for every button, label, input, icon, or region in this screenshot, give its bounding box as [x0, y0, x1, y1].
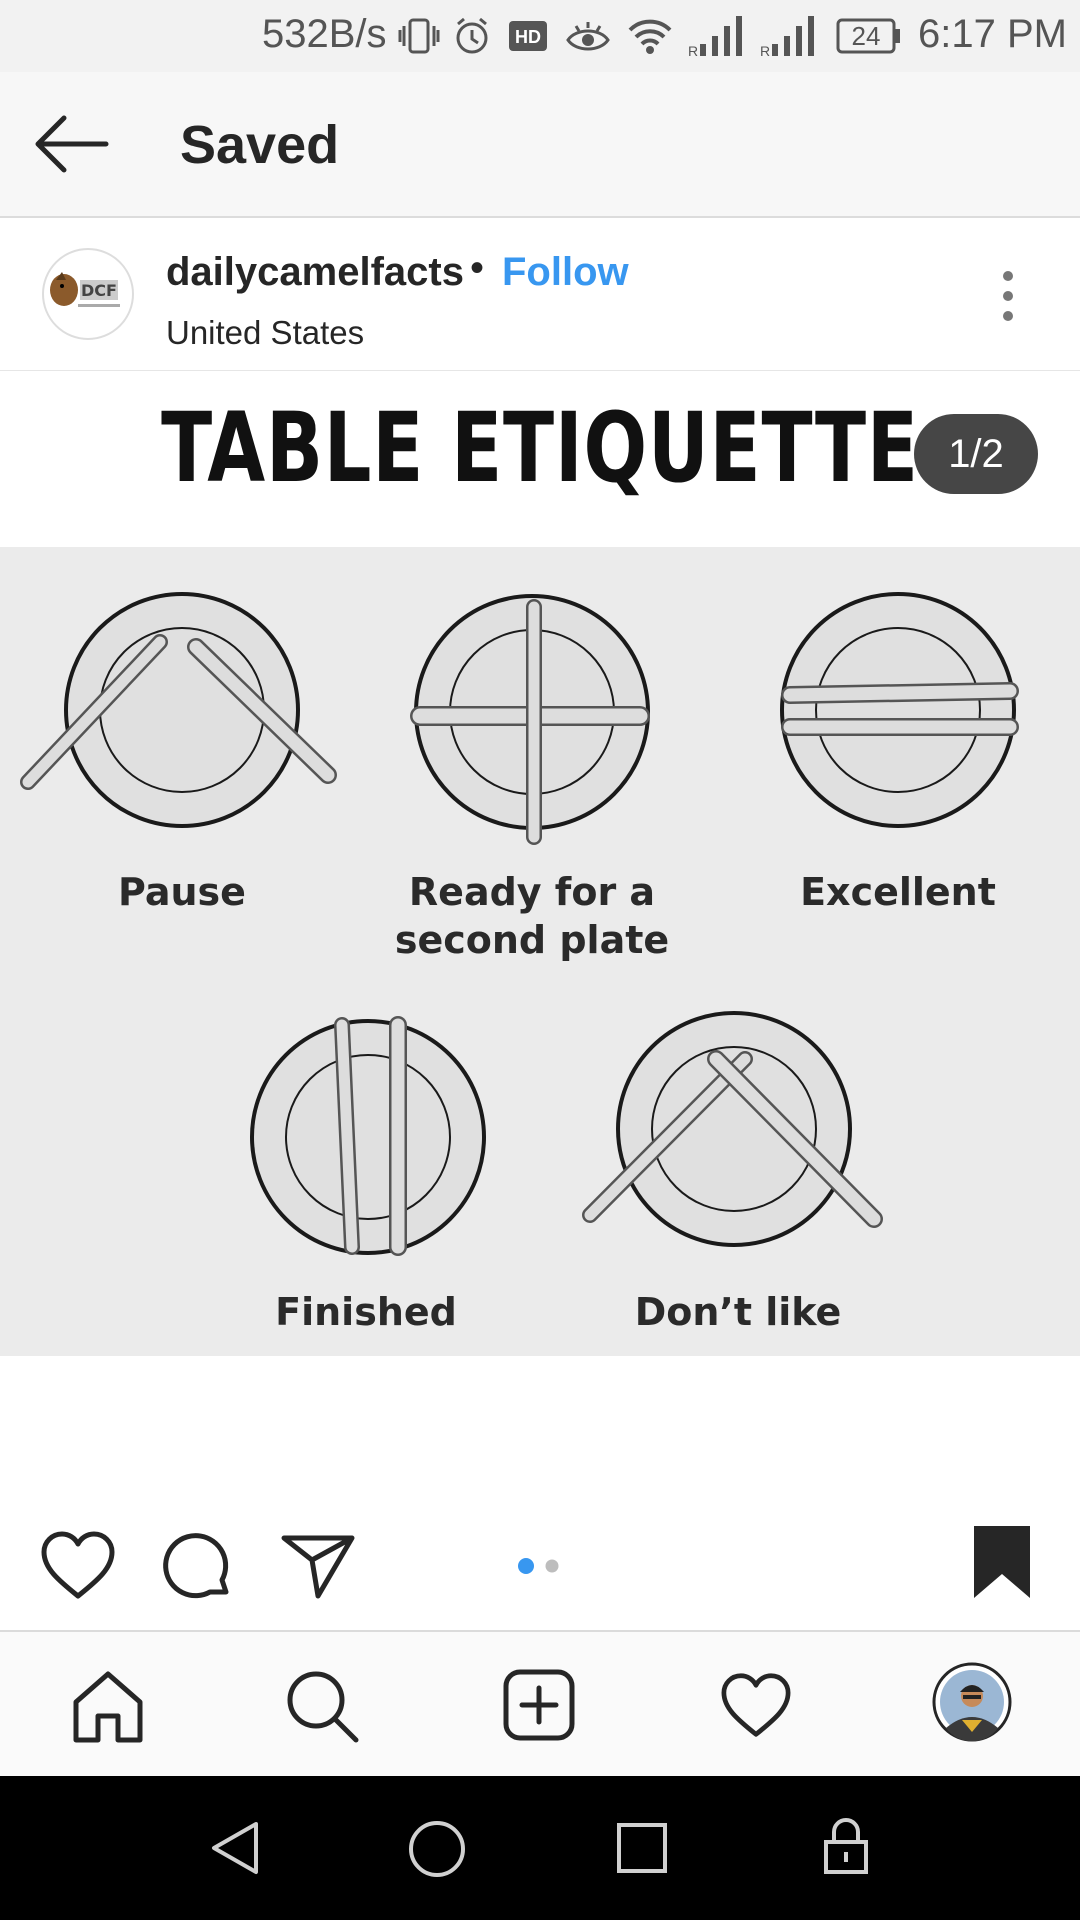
- caption-ready-line2: second plate: [394, 918, 670, 962]
- bottom-navigation: [0, 1630, 1080, 1778]
- more-vertical-icon: [990, 268, 1026, 324]
- search-icon: [284, 1668, 360, 1744]
- system-recents-button[interactable]: [616, 1822, 668, 1874]
- alarm-icon: [452, 16, 492, 56]
- carousel-counter: 1/2: [914, 414, 1038, 494]
- system-back-button[interactable]: [208, 1820, 264, 1876]
- plate-pause: [20, 592, 337, 828]
- carousel-indicator: [516, 1558, 566, 1574]
- plate-ready: [410, 594, 650, 845]
- comment-icon: [160, 1530, 236, 1606]
- nav-home[interactable]: [70, 1668, 146, 1744]
- hd-icon: HD: [508, 20, 548, 52]
- post-header: DCF dailycamelfacts • Follow United Stat…: [0, 218, 1080, 371]
- nav-search[interactable]: [284, 1668, 360, 1744]
- home-icon: [70, 1668, 146, 1744]
- caption-excellent: Excellent: [800, 870, 996, 914]
- network-speed: 532B/s: [262, 12, 387, 56]
- clock: 6:17 PM: [918, 12, 1067, 56]
- add-post-icon: [502, 1668, 576, 1742]
- vibrate-icon: [398, 16, 440, 56]
- system-home-button[interactable]: [408, 1820, 466, 1878]
- send-icon: [280, 1530, 356, 1602]
- separator-dot: •: [470, 246, 485, 290]
- heart-icon: [38, 1530, 118, 1602]
- save-button[interactable]: [970, 1524, 1034, 1600]
- system-navigation-bar: [0, 1776, 1080, 1920]
- battery-icon: 24: [836, 18, 902, 54]
- svg-text:R: R: [688, 43, 698, 58]
- nav-activity[interactable]: [718, 1672, 794, 1740]
- caption-pause: Pause: [118, 870, 246, 914]
- page-title: Saved: [180, 115, 340, 175]
- caption-finished: Finished: [275, 1290, 457, 1334]
- signal-icon-2: R: [760, 14, 822, 58]
- circle-home-icon: [408, 1820, 466, 1878]
- wifi-icon: [626, 16, 674, 56]
- nav-add-post[interactable]: [502, 1668, 576, 1742]
- screen-lock-button[interactable]: [822, 1816, 870, 1876]
- more-options-button[interactable]: [990, 268, 1026, 324]
- battery-level: 24: [851, 21, 881, 51]
- back-button[interactable]: [30, 108, 114, 180]
- status-bar: 532B/s HD R R 24 6:17 PM: [0, 0, 1080, 72]
- post-image[interactable]: TABLE ETIQUETTE 1/2 Pause Ready for a se…: [0, 372, 1080, 1356]
- caption-ready-line1: Ready for a: [408, 870, 656, 914]
- triangle-back-icon: [208, 1820, 264, 1876]
- bookmark-filled-icon: [970, 1524, 1034, 1600]
- svg-text:HD: HD: [515, 27, 541, 47]
- carousel-dot: [545, 1559, 559, 1573]
- plate-dont-like: [582, 1011, 883, 1247]
- image-title: TABLE ETIQUETTE: [161, 392, 919, 504]
- plate-finished: [250, 1016, 486, 1256]
- plate-excellent: [780, 592, 1019, 828]
- lock-icon: [822, 1816, 870, 1876]
- post-location[interactable]: United States: [166, 314, 364, 352]
- like-button[interactable]: [38, 1530, 118, 1602]
- follow-button[interactable]: Follow: [502, 250, 629, 295]
- share-button[interactable]: [280, 1530, 356, 1602]
- avatar-logo-text: DCF: [81, 281, 117, 300]
- comment-button[interactable]: [160, 1530, 236, 1606]
- author-avatar[interactable]: DCF: [42, 248, 134, 340]
- profile-avatar: [932, 1662, 1012, 1742]
- heart-icon: [718, 1672, 794, 1740]
- app-header: Saved: [0, 72, 1080, 218]
- square-recents-icon: [616, 1822, 668, 1874]
- caption-dont-like: Don’t like: [634, 1290, 842, 1334]
- svg-text:R: R: [760, 43, 770, 58]
- signal-icon: R: [688, 14, 750, 58]
- arrow-left-icon: [30, 108, 114, 180]
- author-username[interactable]: dailycamelfacts: [166, 250, 464, 295]
- eye-comfort-icon: [564, 18, 612, 56]
- nav-profile[interactable]: [932, 1662, 1012, 1742]
- post-action-bar: [0, 1500, 1080, 1630]
- carousel-dot-active: [518, 1558, 534, 1574]
